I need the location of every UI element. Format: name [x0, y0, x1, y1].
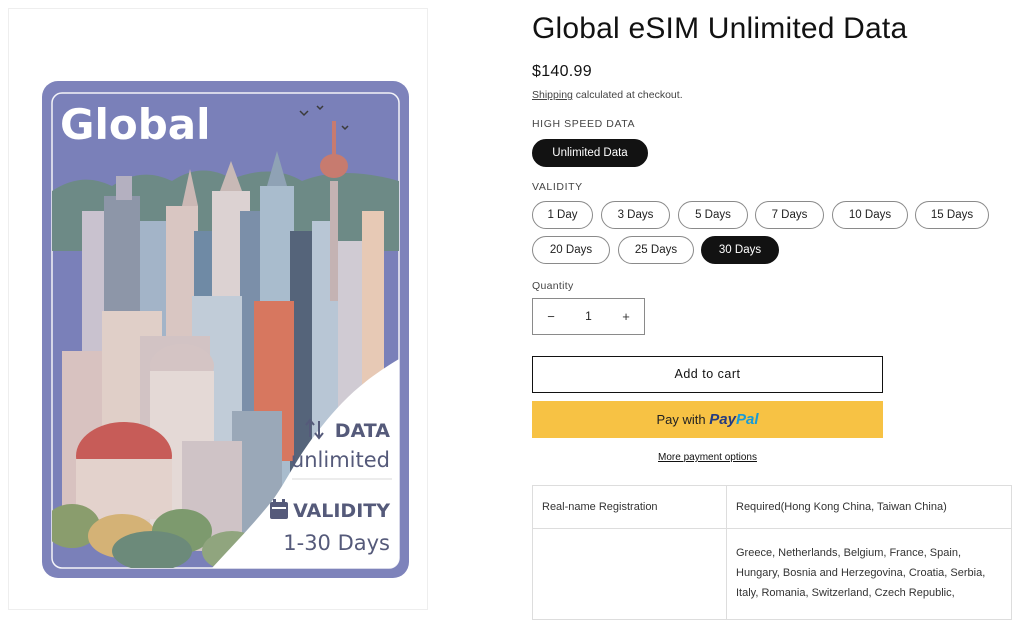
quantity-input[interactable]: 1 — [569, 299, 608, 334]
card-data-value: unlimited — [291, 448, 390, 472]
card-headline: Global — [60, 100, 211, 149]
spec-key — [532, 528, 727, 620]
option-1-day[interactable]: 1 Day — [532, 201, 593, 229]
table-row: Real-name Registration Required(Hong Kon… — [532, 485, 1012, 529]
option-5-days[interactable]: 5 Days — [678, 201, 748, 229]
spec-value: Required(Hong Kong China, Taiwan China) — [726, 485, 1012, 529]
esim-card-artwork: Global DATA unlimited VALIDITY 1-30 Days — [42, 81, 409, 578]
shipping-note: Shipping calculated at checkout. — [532, 89, 683, 101]
option-25-days[interactable]: 25 Days — [618, 236, 694, 264]
product-title: Global eSIM Unlimited Data — [532, 12, 908, 45]
card-validity-label: VALIDITY — [293, 500, 390, 522]
option-15-days[interactable]: 15 Days — [915, 201, 989, 229]
option-3-days[interactable]: 3 Days — [601, 201, 670, 229]
paypal-logo-pay: Pay — [709, 411, 736, 428]
spec-key: Real-name Registration — [532, 485, 727, 529]
card-data-label: DATA — [335, 420, 390, 442]
option-unlimited-data[interactable]: Unlimited Data — [532, 139, 648, 167]
quantity-decrease-button[interactable]: − — [533, 299, 569, 334]
product-image-card[interactable]: Global DATA unlimited VALIDITY 1-30 Days — [42, 81, 409, 578]
card-validity-value: 1-30 Days — [283, 531, 390, 555]
option-7-days[interactable]: 7 Days — [755, 201, 824, 229]
quantity-stepper: − 1 + — [532, 298, 645, 335]
paypal-logo-pal: Pal — [735, 411, 759, 428]
spec-value: Greece, Netherlands, Belgium, France, Sp… — [726, 528, 1012, 620]
more-payment-options-link[interactable]: More payment options — [532, 452, 883, 463]
product-spec-table: Real-name Registration Required(Hong Kon… — [532, 485, 1012, 620]
calendar-icon — [270, 499, 288, 519]
paypal-button[interactable]: Pay with PayPal — [532, 401, 883, 438]
quantity-label: Quantity — [532, 280, 574, 292]
shipping-note-text: calculated at checkout. — [572, 89, 683, 101]
paypal-prefix: Pay with — [656, 412, 706, 427]
option-10-days[interactable]: 10 Days — [832, 201, 908, 229]
option-30-days[interactable]: 30 Days — [701, 236, 779, 264]
validity-label: VALIDITY — [532, 181, 583, 193]
option-20-days[interactable]: 20 Days — [532, 236, 610, 264]
add-to-cart-button[interactable]: Add to cart — [532, 356, 883, 393]
product-media-gallery: Global DATA unlimited VALIDITY 1-30 Days — [8, 8, 428, 610]
product-price: $140.99 — [532, 63, 592, 80]
table-row: Greece, Netherlands, Belgium, France, Sp… — [532, 528, 1012, 620]
quantity-increase-button[interactable]: + — [608, 299, 644, 334]
high-speed-data-label: HIGH SPEED DATA — [532, 118, 636, 130]
shipping-link[interactable]: Shipping — [532, 89, 573, 101]
